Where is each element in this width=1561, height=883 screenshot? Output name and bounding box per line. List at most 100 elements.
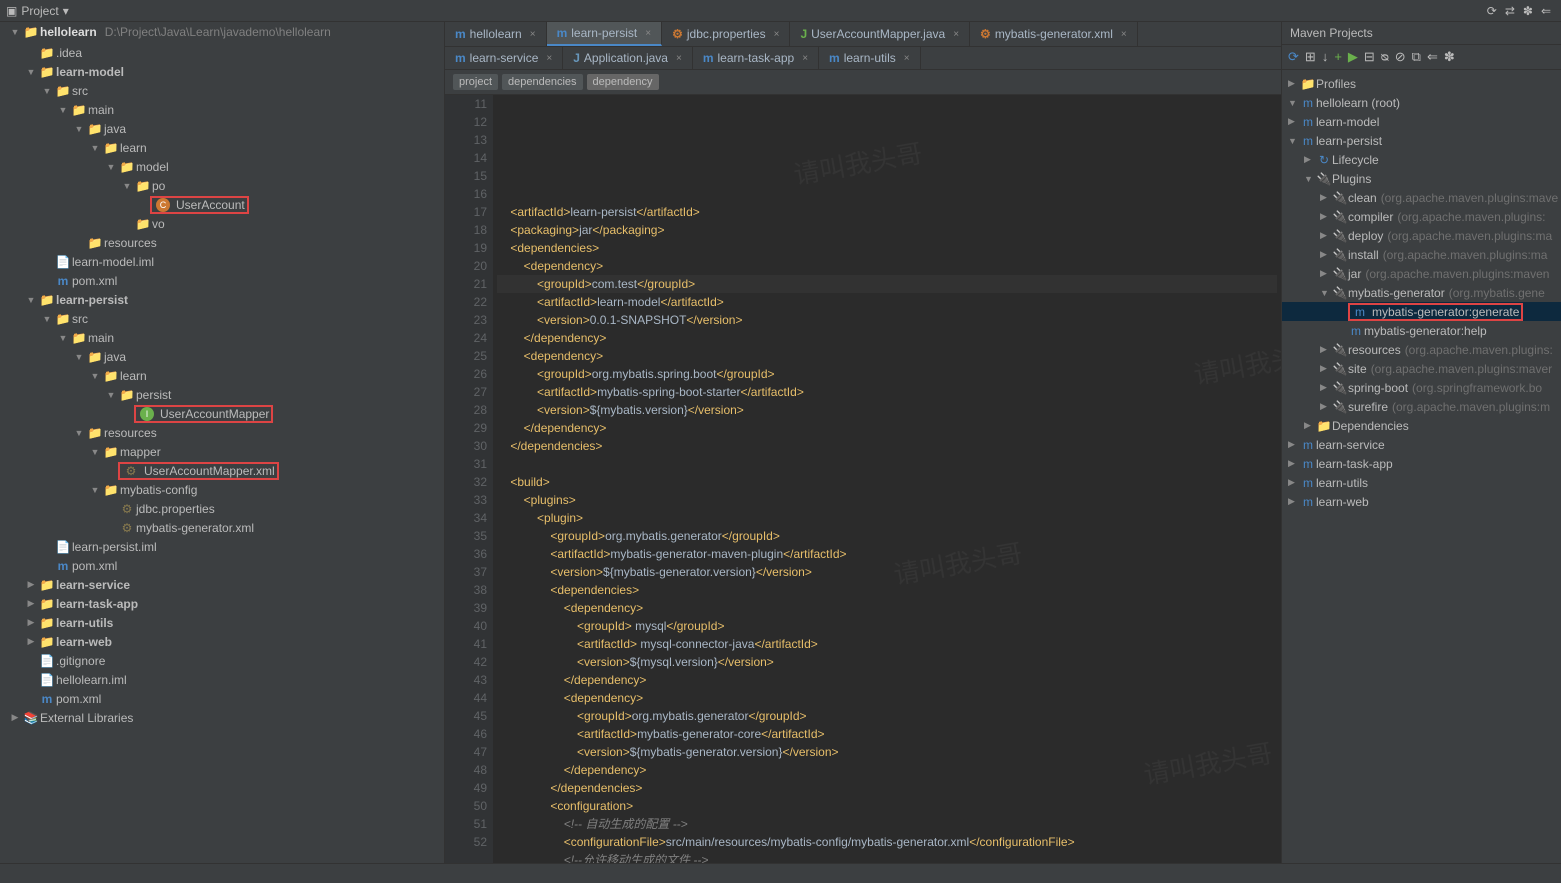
maven-run-icon[interactable]: ▶ xyxy=(1348,49,1358,65)
close-icon[interactable]: × xyxy=(546,53,552,64)
tree-item-learn-persist-iml[interactable]: 📄learn-persist.iml xyxy=(0,537,444,556)
tree-item--idea[interactable]: 📁.idea xyxy=(0,43,444,62)
maven-item-learn-service[interactable]: ▶m learn-service xyxy=(1282,435,1561,454)
maven-item-deploy[interactable]: ▶🔌 deploy(org.apache.maven.plugins:ma xyxy=(1282,226,1561,245)
maven-item-learn-persist[interactable]: ▼m learn-persist xyxy=(1282,131,1561,150)
maven-item-clean[interactable]: ▶🔌 clean(org.apache.maven.plugins:mave xyxy=(1282,188,1561,207)
close-icon[interactable]: × xyxy=(1121,29,1127,40)
tab-application-java[interactable]: JApplication.java× xyxy=(563,47,693,69)
tree-item-learn-model[interactable]: ▼📁learn-model xyxy=(0,62,444,81)
maven-item-lifecycle[interactable]: ▶↻ Lifecycle xyxy=(1282,150,1561,169)
close-icon[interactable]: × xyxy=(904,53,910,64)
tree-item-pom-xml[interactable]: mpom.xml xyxy=(0,271,444,290)
maven-item-mybatis-generator-generate[interactable]: mmybatis-generator:generate xyxy=(1282,302,1561,321)
tab-learn-persist[interactable]: mlearn-persist× xyxy=(547,22,663,46)
maven-item-hellolearn-root-[interactable]: ▼m hellolearn (root) xyxy=(1282,93,1561,112)
maven-item-resources[interactable]: ▶🔌 resources(org.apache.maven.plugins: xyxy=(1282,340,1561,359)
maven-reimport-icon[interactable]: ⊞ xyxy=(1305,49,1316,65)
tree-item-learn-service[interactable]: ▶📁learn-service xyxy=(0,575,444,594)
settings-icon[interactable]: ✽ xyxy=(1523,4,1533,18)
tree-item-resources[interactable]: 📁resources xyxy=(0,233,444,252)
maven-item-jar[interactable]: ▶🔌 jar(org.apache.maven.plugins:maven xyxy=(1282,264,1561,283)
breadcrumb-project[interactable]: project xyxy=(453,74,498,90)
tree-item-learn[interactable]: ▼📁learn xyxy=(0,138,444,157)
tree-item-pom-xml[interactable]: mpom.xml xyxy=(0,556,444,575)
maven-item-learn-task-app[interactable]: ▶m learn-task-app xyxy=(1282,454,1561,473)
project-root[interactable]: ▼ 📁 hellolearn D:\Project\Java\Learn\jav… xyxy=(0,22,444,41)
maven-item-mybatis-generator[interactable]: ▼🔌 mybatis-generator(org.mybatis.gene xyxy=(1282,283,1561,302)
maven-settings-icon[interactable]: ✽ xyxy=(1444,49,1455,65)
tree-item-learn-task-app[interactable]: ▶📁learn-task-app xyxy=(0,594,444,613)
tree-item-useraccount[interactable]: CUserAccount xyxy=(0,195,444,214)
tree-item-persist[interactable]: ▼📁persist xyxy=(0,385,444,404)
maven-offline-icon[interactable]: ⊘ xyxy=(1395,49,1406,65)
filter-icon[interactable]: ⇄ xyxy=(1505,4,1515,18)
maven-item-compiler[interactable]: ▶🔌 compiler(org.apache.maven.plugins: xyxy=(1282,207,1561,226)
tree-item-useraccountmapper-xml[interactable]: ⚙UserAccountMapper.xml xyxy=(0,461,444,480)
tree-item-learn[interactable]: ▼📁learn xyxy=(0,366,444,385)
maven-graph-icon[interactable]: ⧉ xyxy=(1412,49,1421,65)
maven-item-learn-web[interactable]: ▶m learn-web xyxy=(1282,492,1561,511)
tab-learn-utils[interactable]: mlearn-utils× xyxy=(819,47,921,69)
close-icon[interactable]: × xyxy=(802,53,808,64)
maven-item-mybatis-generator-help[interactable]: m mybatis-generator:help xyxy=(1282,321,1561,340)
tree-item-src[interactable]: ▼📁src xyxy=(0,309,444,328)
tree-item-main[interactable]: ▼📁main xyxy=(0,328,444,347)
tab-icon: m xyxy=(455,51,466,65)
tab-jdbc-properties[interactable]: ⚙jdbc.properties× xyxy=(662,22,790,46)
tree-item-hellolearn-iml[interactable]: 📄hellolearn.iml xyxy=(0,670,444,689)
tree-item-learn-model-iml[interactable]: 📄learn-model.iml xyxy=(0,252,444,271)
tree-item-po[interactable]: ▼📁po xyxy=(0,176,444,195)
code-editor[interactable]: 1112131415161718192021222324252627282930… xyxy=(445,95,1281,863)
tree-item-mybatis-config[interactable]: ▼📁mybatis-config xyxy=(0,480,444,499)
close-icon[interactable]: × xyxy=(676,53,682,64)
tree-item-pom-xml[interactable]: mpom.xml xyxy=(0,689,444,708)
breadcrumb-dependencies[interactable]: dependencies xyxy=(502,74,583,90)
code-content[interactable]: 请叫我头哥 请叫我头哥 请叫我头哥 请叫我头哥 <artifactId>lear… xyxy=(493,95,1281,863)
breadcrumb-dependency[interactable]: dependency xyxy=(587,74,659,90)
project-selector[interactable]: ▣ Project ▾ xyxy=(6,4,69,18)
tree-item-learn-web[interactable]: ▶📁learn-web xyxy=(0,632,444,651)
tree-item-src[interactable]: ▼📁src xyxy=(0,81,444,100)
close-icon[interactable]: × xyxy=(645,28,651,39)
close-icon[interactable]: × xyxy=(953,29,959,40)
maven-refresh-icon[interactable]: ⟳ xyxy=(1288,49,1299,65)
maven-item-dependencies[interactable]: ▶📁 Dependencies xyxy=(1282,416,1561,435)
tree-item-vo[interactable]: 📁vo xyxy=(0,214,444,233)
maven-item-site[interactable]: ▶🔌 site(org.apache.maven.plugins:maver xyxy=(1282,359,1561,378)
tree-item-java[interactable]: ▼📁java xyxy=(0,347,444,366)
maven-item-surefire[interactable]: ▶🔌 surefire(org.apache.maven.plugins:m xyxy=(1282,397,1561,416)
maven-collapse-icon[interactable]: ⇐ xyxy=(1427,49,1438,65)
close-icon[interactable]: × xyxy=(530,29,536,40)
tab-hellolearn[interactable]: mhellolearn× xyxy=(445,22,547,46)
collapse-icon[interactable]: ⇐ xyxy=(1541,4,1551,18)
tree-item-learn-utils[interactable]: ▶📁learn-utils xyxy=(0,613,444,632)
maven-skip-icon[interactable]: ᴓ xyxy=(1381,49,1389,65)
maven-item-learn-utils[interactable]: ▶m learn-utils xyxy=(1282,473,1561,492)
tree-item-main[interactable]: ▼📁main xyxy=(0,100,444,119)
maven-item-profiles[interactable]: ▶📁 Profiles xyxy=(1282,74,1561,93)
tab-learn-task-app[interactable]: mlearn-task-app× xyxy=(693,47,819,69)
tab-learn-service[interactable]: mlearn-service× xyxy=(445,47,563,69)
tree-item-learn-persist[interactable]: ▼📁learn-persist xyxy=(0,290,444,309)
maven-item-plugins[interactable]: ▼🔌 Plugins xyxy=(1282,169,1561,188)
tree-item-useraccountmapper[interactable]: IUserAccountMapper xyxy=(0,404,444,423)
close-icon[interactable]: × xyxy=(774,29,780,40)
maven-download-icon[interactable]: ↓ xyxy=(1322,49,1329,65)
maven-item-install[interactable]: ▶🔌 install(org.apache.maven.plugins:ma xyxy=(1282,245,1561,264)
tree-item-jdbc-properties[interactable]: ⚙jdbc.properties xyxy=(0,499,444,518)
tree-item-mapper[interactable]: ▼📁mapper xyxy=(0,442,444,461)
tree-item-external-libraries[interactable]: ▶📚External Libraries xyxy=(0,708,444,727)
maven-item-learn-model[interactable]: ▶m learn-model xyxy=(1282,112,1561,131)
maven-add-icon[interactable]: + xyxy=(1334,49,1342,65)
tree-item--gitignore[interactable]: 📄.gitignore xyxy=(0,651,444,670)
tab-useraccountmapper-java[interactable]: JUserAccountMapper.java× xyxy=(790,22,970,46)
tree-item-resources[interactable]: ▼📁resources xyxy=(0,423,444,442)
tree-item-java[interactable]: ▼📁java xyxy=(0,119,444,138)
sync-icon[interactable]: ⟳ xyxy=(1487,4,1497,18)
maven-toggle-icon[interactable]: ⊟ xyxy=(1364,49,1375,65)
tree-item-model[interactable]: ▼📁model xyxy=(0,157,444,176)
tab-mybatis-generator-xml[interactable]: ⚙mybatis-generator.xml× xyxy=(970,22,1138,46)
tree-item-mybatis-generator-xml[interactable]: ⚙mybatis-generator.xml xyxy=(0,518,444,537)
maven-item-spring-boot[interactable]: ▶🔌 spring-boot(org.springframework.bo xyxy=(1282,378,1561,397)
